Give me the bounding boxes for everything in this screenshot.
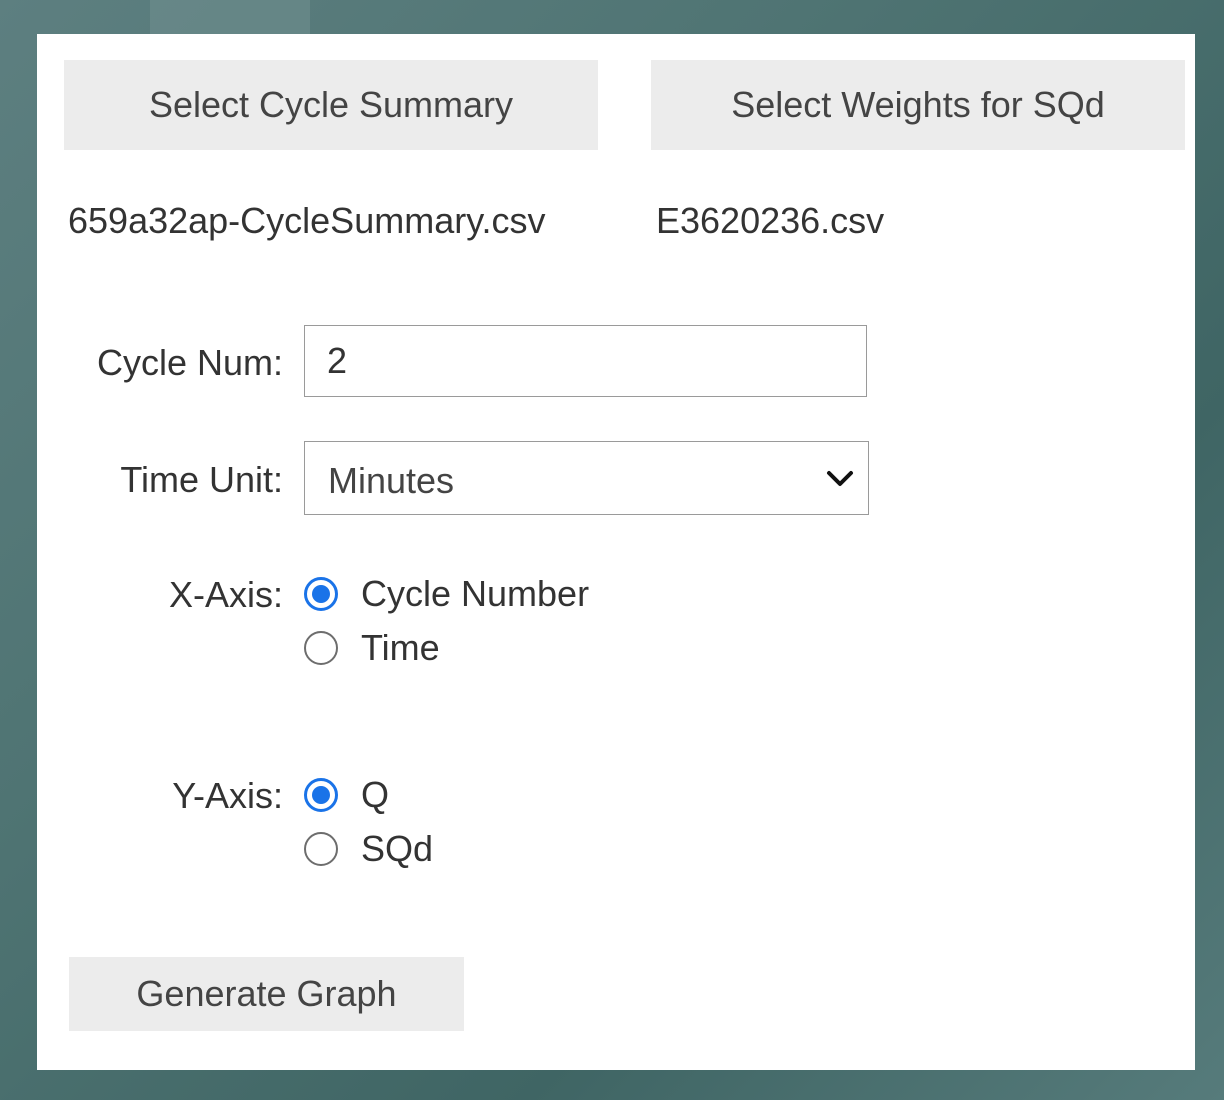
time-unit-selected-value: Minutes [328, 460, 455, 501]
cycle-num-label: Cycle Num: [96, 342, 283, 383]
y-axis-option-q[interactable]: Q [304, 774, 389, 816]
generate-graph-button[interactable]: Generate Graph [69, 957, 464, 1031]
y-axis-option-label: Q [361, 774, 390, 815]
x-axis-option-cycle-number[interactable]: Cycle Number [304, 573, 589, 615]
select-weights-button[interactable]: Select Weights for SQd [651, 60, 1185, 150]
y-axis-option-sqd[interactable]: SQd [304, 828, 433, 870]
x-axis-option-label: Cycle Number [361, 573, 590, 614]
x-axis-label: X-Axis: [168, 574, 283, 615]
radio-button-checked[interactable] [304, 778, 338, 812]
radio-button[interactable] [304, 631, 338, 665]
cycle-summary-filename: 659a32ap-CycleSummary.csv [68, 200, 546, 241]
weights-filename: E3620236.csv [656, 200, 885, 241]
time-unit-label: Time Unit: [120, 459, 283, 500]
radio-button[interactable] [304, 832, 338, 866]
select-cycle-summary-button[interactable]: Select Cycle Summary [64, 60, 598, 150]
y-axis-option-label: SQd [361, 828, 434, 869]
time-unit-select[interactable]: Minutes [304, 441, 869, 515]
cycle-num-input[interactable] [304, 325, 867, 397]
graph-options-panel: Select Cycle Summary Select Weights for … [37, 34, 1195, 1070]
chevron-down-icon [827, 471, 853, 486]
background-decoration [150, 0, 310, 34]
x-axis-option-time[interactable]: Time [304, 627, 440, 669]
y-axis-label: Y-Axis: [172, 775, 283, 816]
radio-button-checked[interactable] [304, 577, 338, 611]
x-axis-option-label: Time [361, 627, 440, 668]
